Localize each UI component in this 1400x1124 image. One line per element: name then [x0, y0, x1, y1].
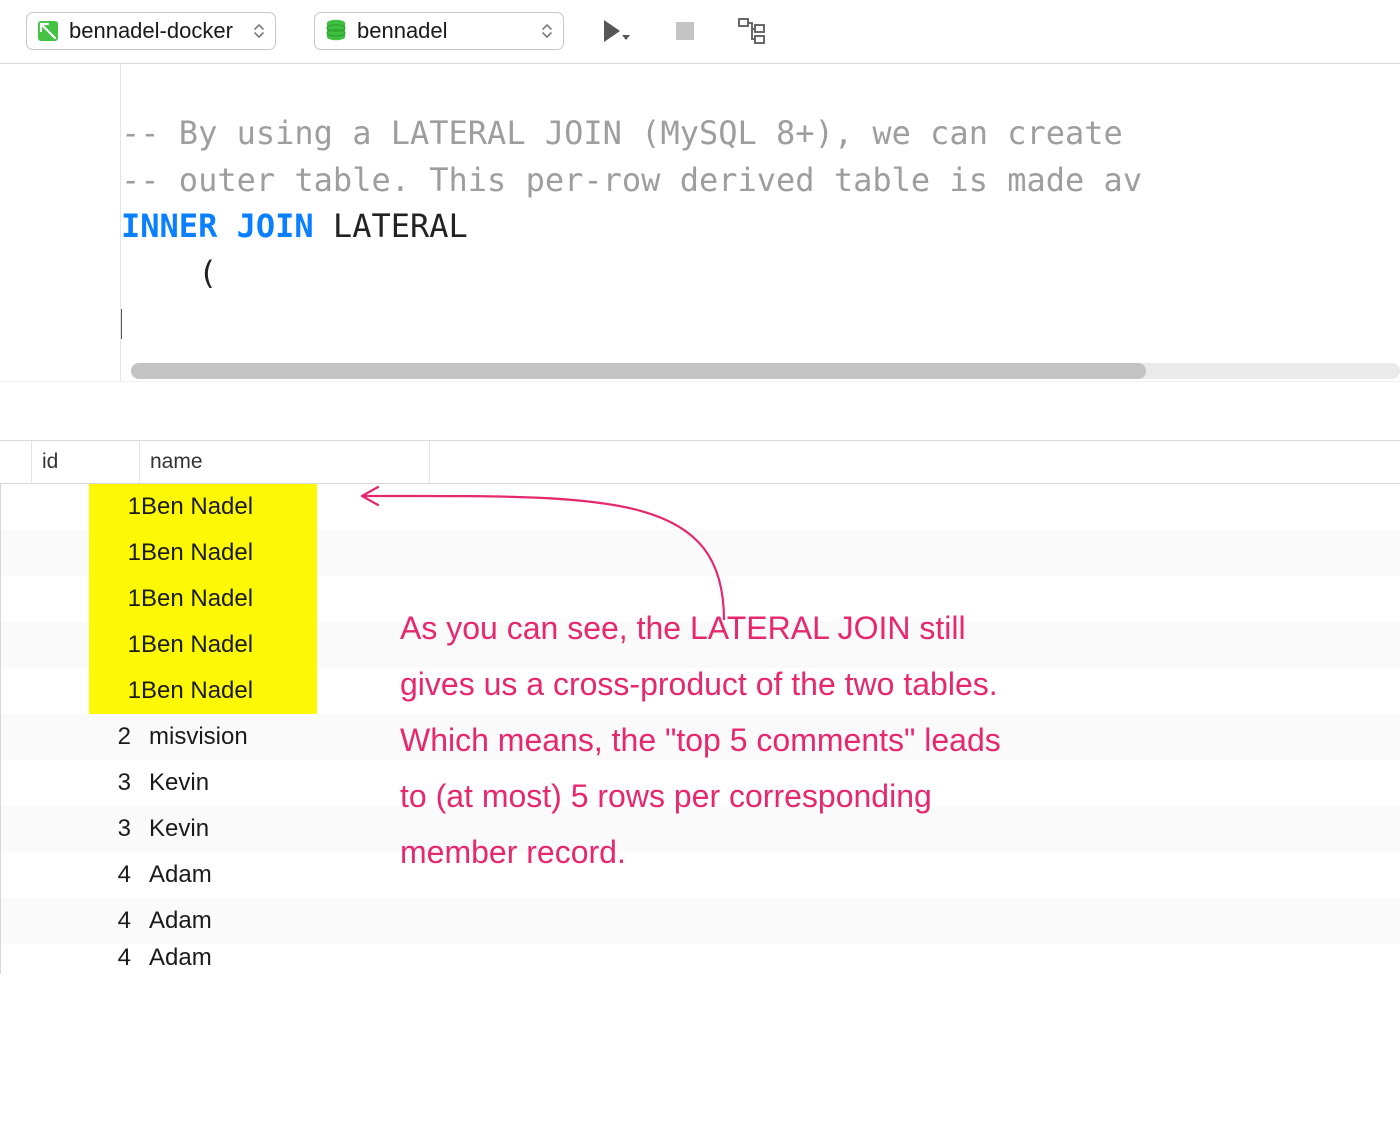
cell-id: 1: [1, 677, 141, 705]
annotation-line: member record.: [400, 824, 1140, 880]
cell-name: Ben Nadel: [141, 539, 1400, 567]
stop-button[interactable]: [674, 20, 696, 42]
row-gutter-header: [0, 441, 32, 483]
database-label: bennadel: [357, 18, 448, 44]
sql-editor-panel: -- By using a LATERAL JOIN (MySQL 8+), w…: [0, 64, 1400, 382]
connection-combo[interactable]: bennadel-docker: [26, 12, 276, 50]
editor-line: -- outer table. This per-row derived tab…: [121, 161, 1142, 199]
editor-line: -- By using a LATERAL JOIN (MySQL 8+), w…: [121, 114, 1123, 152]
toolbar: bennadel-docker bennadel: [0, 0, 1400, 64]
editor-text: LATERAL: [314, 207, 468, 245]
col-header-id[interactable]: id: [32, 441, 140, 483]
editor-gutter: [0, 64, 121, 381]
cell-id: 3: [1, 815, 141, 843]
cell-id: 3: [1, 769, 141, 797]
toolbar-actions: [602, 18, 766, 44]
table-row[interactable]: 4Adam: [1, 898, 1400, 944]
col-header-blank: [430, 441, 1400, 483]
table-row[interactable]: 1Ben Nadel: [1, 484, 1400, 530]
text-caret: [121, 309, 122, 339]
cell-id: 4: [1, 944, 141, 972]
cell-name: Ben Nadel: [141, 677, 1400, 705]
sql-keyword: INNER JOIN: [121, 207, 314, 245]
cell-id: 1: [1, 631, 141, 659]
cell-id: 2: [1, 723, 141, 751]
table-row[interactable]: 1Ben Nadel: [1, 530, 1400, 576]
annotation-line: to (at most) 5 rows per corresponding: [400, 768, 1140, 824]
cell-id: 4: [1, 907, 141, 935]
cell-name: Ben Nadel: [141, 493, 1400, 521]
cell-id: 1: [1, 493, 141, 521]
table-row[interactable]: 4Adam: [1, 944, 1400, 974]
results-header: id name: [0, 440, 1400, 484]
horizontal-scrollbar[interactable]: [131, 363, 1400, 379]
run-button[interactable]: [602, 18, 632, 44]
scrollbar-thumb[interactable]: [131, 363, 1146, 379]
editor-text: (: [121, 254, 217, 292]
stepper-icon: [541, 23, 553, 39]
cell-id: 1: [1, 585, 141, 613]
col-header-name[interactable]: name: [140, 441, 430, 483]
results-panel: id name 1Ben Nadel1Ben Nadel1Ben Nadel1B…: [0, 440, 1400, 974]
cell-id: 4: [1, 861, 141, 889]
annotation-line: Which means, the "top 5 comments" leads: [400, 712, 1140, 768]
sql-editor[interactable]: -- By using a LATERAL JOIN (MySQL 8+), w…: [121, 64, 1400, 381]
cell-name: Adam: [141, 907, 1400, 935]
database-combo[interactable]: bennadel: [314, 12, 564, 50]
stepper-icon: [253, 23, 265, 39]
cell-name: Ben Nadel: [141, 631, 1400, 659]
cell-id: 1: [1, 539, 141, 567]
cell-name: Ben Nadel: [141, 585, 1400, 613]
structure-icon[interactable]: [738, 18, 766, 44]
connection-icon: [37, 20, 59, 42]
cell-name: Adam: [141, 944, 1400, 972]
connection-label: bennadel-docker: [69, 18, 233, 44]
database-icon: [325, 19, 347, 43]
